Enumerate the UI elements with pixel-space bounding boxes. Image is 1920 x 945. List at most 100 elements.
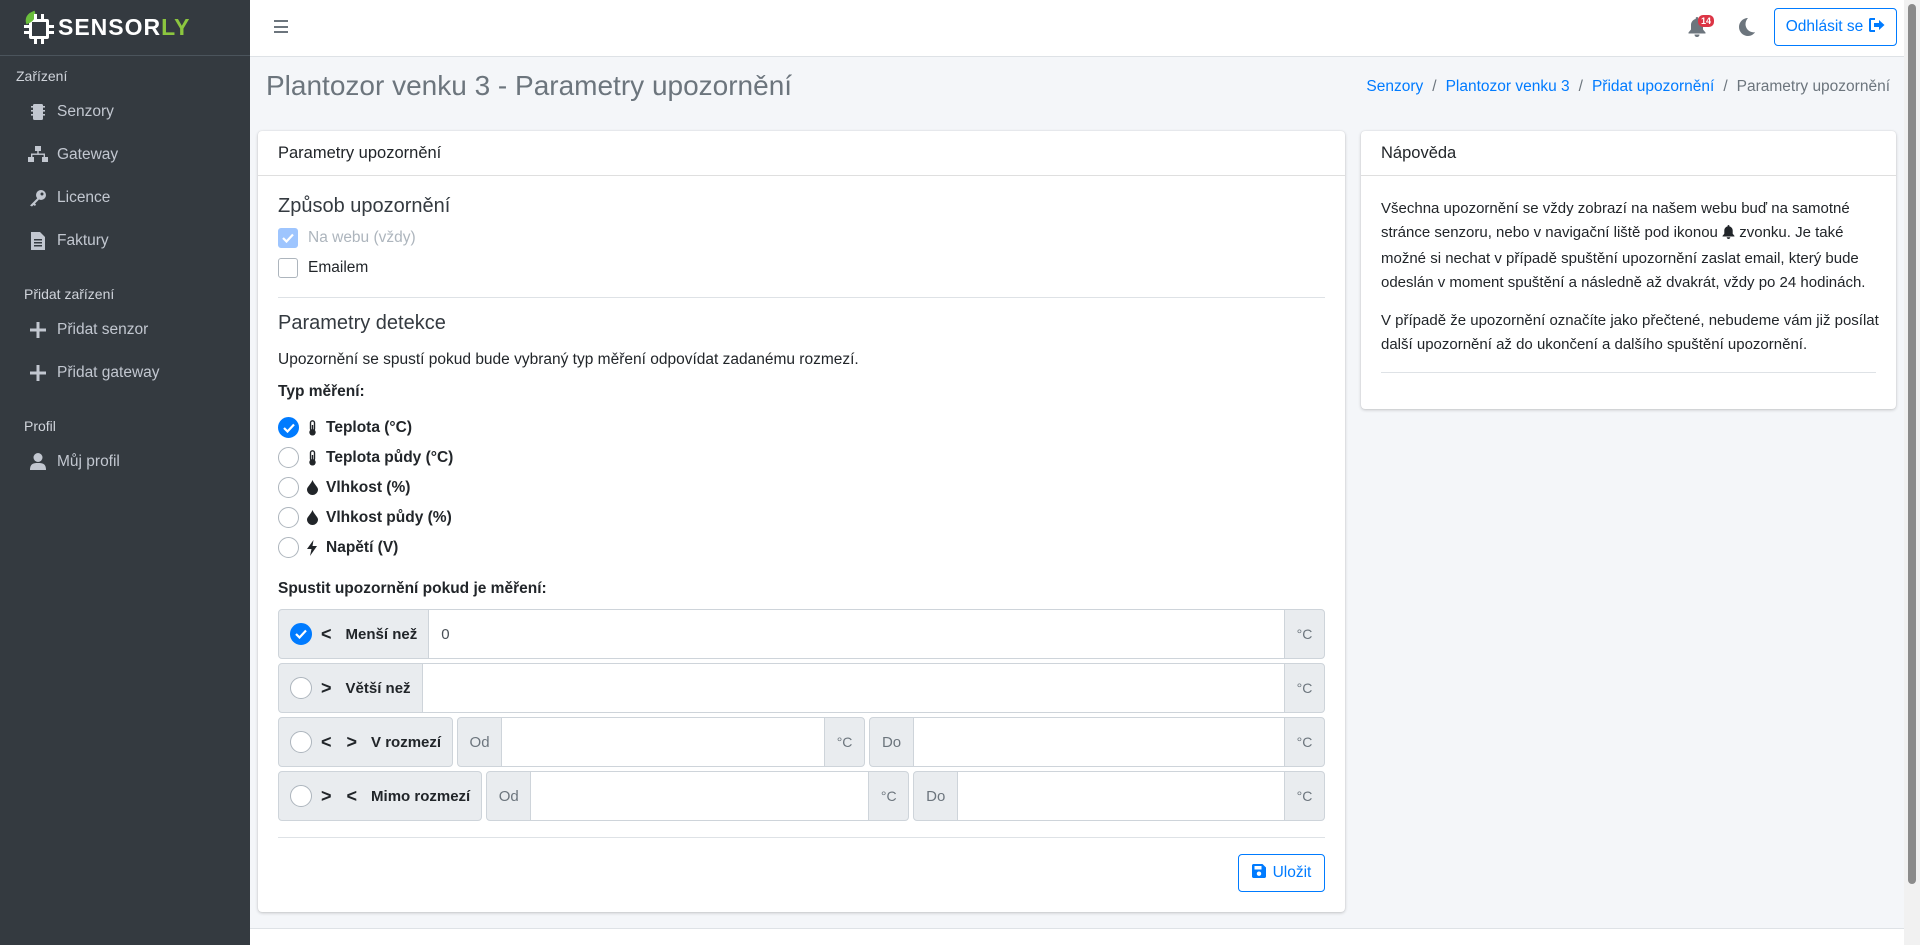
network-icon <box>28 146 48 163</box>
page-scrollbar[interactable] <box>1904 0 1920 945</box>
thermometer-icon <box>306 449 318 466</box>
sidebar: SENSORLY Zařízení Senzory Gateway Licenc… <box>0 0 250 945</box>
method-email-label[interactable]: Emailem <box>308 259 368 277</box>
notifications-bell-icon[interactable]: 14 <box>1688 15 1715 39</box>
type-label-text: Vlhkost půdy (%) <box>326 508 452 526</box>
type-option-vlhkost[interactable]: Vlhkost (%) <box>278 477 410 498</box>
brand-logo[interactable]: SENSORLY <box>0 0 250 56</box>
type-radio[interactable] <box>278 447 299 468</box>
range-from-label: Od <box>457 717 503 767</box>
bell-icon <box>1722 223 1735 247</box>
breadcrumb: Senzory / Plantozor venku 3 / Přidat upo… <box>1366 78 1890 96</box>
save-icon <box>1251 863 1266 883</box>
trigger-label: Spustit upozornění pokud je měření: <box>278 580 547 597</box>
logout-button[interactable]: Odhlásit se <box>1774 8 1897 46</box>
condition-greater-group: > Větší než °C <box>278 663 1325 713</box>
top-navbar: 14 Odhlásit se <box>250 0 1904 57</box>
sidebar-item-licence[interactable]: Licence <box>0 176 250 219</box>
plus-icon <box>28 321 48 338</box>
detection-description: Upozornění se spustí pokud bude vybraný … <box>278 351 859 368</box>
chip-logo-icon <box>22 10 56 44</box>
condition-less-input[interactable] <box>429 609 1284 659</box>
nav-header-profile: Profil <box>24 418 56 434</box>
type-radio[interactable] <box>278 507 299 528</box>
type-radio[interactable] <box>278 477 299 498</box>
sidebar-item-muj-profil[interactable]: Můj profil <box>0 440 250 483</box>
condition-less-group: < Menší než °C <box>278 609 1325 659</box>
sidebar-item-label: Faktury <box>57 231 109 249</box>
condition-range-radio[interactable] <box>290 731 312 753</box>
dark-mode-moon-icon[interactable] <box>1738 18 1758 38</box>
sidebar-item-pridat-senzor[interactable]: Přidat senzor <box>0 308 250 351</box>
thermometer-icon <box>306 419 318 436</box>
range-to-input[interactable] <box>914 717 1284 767</box>
type-option-napeti[interactable]: Napětí (V) <box>278 537 398 558</box>
type-option-teplota[interactable]: Teplota (°C) <box>278 417 412 438</box>
outside-range-icon: > < <box>321 785 363 806</box>
form-footer-divider <box>278 837 1325 838</box>
breadcrumb-link-add-alert[interactable]: Přidat upozornění <box>1592 78 1714 96</box>
save-button[interactable]: Uložit <box>1238 854 1325 892</box>
key-icon <box>28 189 48 207</box>
page-title: Plantozor venku 3 - Parametry upozornění <box>266 70 793 101</box>
condition-range-prepend[interactable]: < > V rozmezí <box>278 717 454 767</box>
condition-greater-label: Větší než <box>345 679 411 697</box>
greater-than-icon: > <box>321 677 337 698</box>
outside-to-label: Do <box>913 771 959 821</box>
condition-outside-label: Mimo rozmezí <box>371 787 471 805</box>
type-label-text: Teplota (°C) <box>326 418 412 436</box>
range-from-input[interactable] <box>502 717 825 767</box>
sidebar-item-faktury[interactable]: Faktury <box>0 219 250 262</box>
type-radio-selected[interactable] <box>278 417 299 438</box>
type-label-text: Napětí (V) <box>326 538 399 556</box>
breadcrumb-separator: / <box>1578 78 1583 95</box>
bolt-icon <box>306 539 318 556</box>
outside-to-group: Do °C <box>913 771 1325 821</box>
breadcrumb-link-senzory[interactable]: Senzory <box>1366 78 1423 96</box>
menu-toggle-icon[interactable] <box>274 20 288 34</box>
condition-range-group: < > V rozmezí Od °C Do °C <box>278 717 1325 767</box>
unit-label: °C <box>1284 609 1325 659</box>
sidebar-item-pridat-gateway[interactable]: Přidat gateway <box>0 351 250 394</box>
less-than-icon: < <box>321 623 337 644</box>
type-label-text: Vlhkost (%) <box>326 478 411 496</box>
condition-outside-prepend[interactable]: > < Mimo rozmezí <box>278 771 483 821</box>
outside-from-group: Od °C <box>486 771 910 821</box>
help-card: Nápověda Všechna upozornění se vždy zobr… <box>1361 131 1896 409</box>
brand-name: SENSORLY <box>58 14 191 40</box>
section-divider <box>278 297 1325 298</box>
scrollbar-thumb[interactable] <box>1908 4 1916 884</box>
condition-greater-prepend[interactable]: > Větší než <box>278 663 423 713</box>
sidebar-item-gateway[interactable]: Gateway <box>0 133 250 176</box>
invoice-icon <box>28 231 48 250</box>
condition-less-prepend[interactable]: < Menší než <box>278 609 430 659</box>
condition-greater-radio[interactable] <box>290 677 312 699</box>
condition-less-label: Menší než <box>345 625 418 643</box>
plus-icon <box>28 364 48 381</box>
condition-greater-input[interactable] <box>422 663 1284 713</box>
outside-from-input[interactable] <box>531 771 869 821</box>
sidebar-item-senzory[interactable]: Senzory <box>0 90 250 133</box>
type-option-vlhkost-pudy[interactable]: Vlhkost půdy (%) <box>278 507 452 528</box>
card-title: Parametry upozornění <box>258 131 1345 176</box>
breadcrumb-separator: / <box>1432 78 1437 95</box>
type-option-teplota-pudy[interactable]: Teplota půdy (°C) <box>278 447 453 468</box>
range-icon: < > <box>321 731 363 752</box>
outside-to-input[interactable] <box>958 771 1284 821</box>
method-web-label: Na webu (vždy) <box>308 229 416 246</box>
unit-label: °C <box>1284 663 1325 713</box>
unit-label: °C <box>868 771 910 821</box>
method-email-checkbox[interactable] <box>278 258 298 278</box>
type-label-text: Teplota půdy (°C) <box>326 448 454 466</box>
unit-label: °C <box>824 717 866 767</box>
range-to-group: Do °C <box>869 717 1325 767</box>
type-radio[interactable] <box>278 537 299 558</box>
method-email-row[interactable]: Emailem <box>278 258 368 278</box>
condition-less-radio[interactable] <box>290 623 312 645</box>
condition-outside-radio[interactable] <box>290 785 312 807</box>
outside-from-label: Od <box>486 771 532 821</box>
breadcrumb-link-sensor[interactable]: Plantozor venku 3 <box>1446 78 1570 96</box>
sidebar-item-label: Přidat senzor <box>57 320 149 338</box>
help-divider <box>1381 372 1876 373</box>
save-label: Uložit <box>1272 864 1312 881</box>
